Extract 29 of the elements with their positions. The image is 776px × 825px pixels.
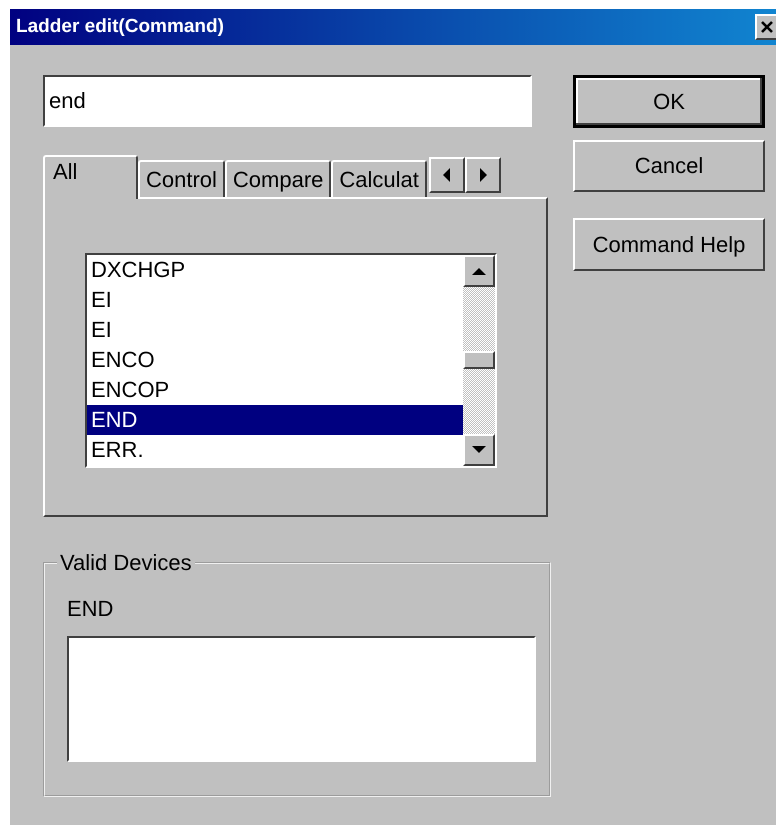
tab[interactable]: Control [138,160,225,197]
scroll-down-button[interactable] [463,434,495,466]
tab[interactable]: Compare [224,160,332,197]
tab[interactable]: All [43,155,138,199]
command-name: END [67,596,114,622]
down-arrow-icon [472,446,486,454]
scroll-right-button[interactable] [464,157,501,193]
close-button[interactable] [755,14,776,40]
command-item[interactable]: ENCOP [87,375,463,405]
command-item[interactable]: EI [87,285,463,315]
left-arrow-icon [442,168,451,182]
scroll-left-button[interactable] [428,157,465,193]
window-title: Ladder edit(Command) [16,16,224,38]
dialog-button[interactable]: Command Help [573,218,765,271]
right-arrow-icon [478,168,487,182]
dialog-button[interactable]: Cancel [573,140,765,192]
command-item[interactable]: EI [87,315,463,345]
scroll-thumb[interactable] [463,351,495,369]
tab[interactable]: Calculat [331,160,427,197]
up-arrow-icon [472,267,486,275]
command-item[interactable]: ERR. [87,435,463,465]
command-field[interactable]: end [43,75,532,127]
command-item[interactable]: ENCO [87,345,463,375]
dialog-button[interactable]: OK [573,75,765,128]
close-icon [760,20,774,34]
command-item[interactable]: END [87,405,463,435]
scroll-up-button[interactable] [463,255,495,287]
command-item[interactable]: DXCHGP [87,255,463,285]
scrollbar[interactable] [463,255,495,466]
